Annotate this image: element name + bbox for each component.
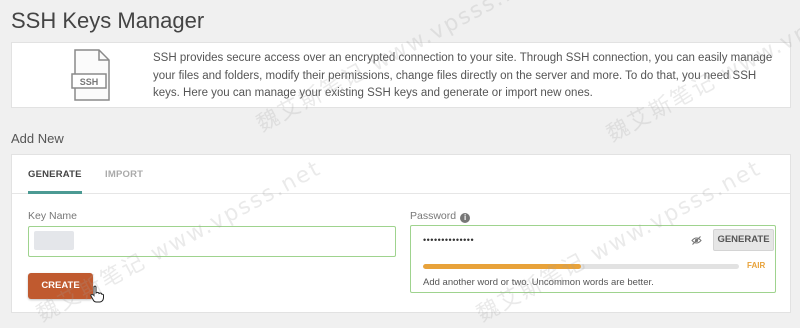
intro-description: SSH provides secure access over an encry…	[153, 52, 773, 99]
password-label: Password	[410, 210, 457, 222]
ssh-file-icon: SSH	[71, 49, 110, 101]
password-strength-hint: Add another word or two. Uncommon words …	[423, 277, 654, 288]
tab-bar: GENERATE IMPORT	[12, 155, 790, 194]
tab-generate[interactable]: GENERATE	[28, 155, 82, 194]
hand-cursor-icon	[90, 285, 104, 303]
password-strength-label: FAIR	[747, 261, 766, 270]
password-strength-bar	[423, 264, 739, 269]
generate-password-button[interactable]: GENERATE	[713, 229, 774, 251]
key-name-label: Key Name	[28, 210, 78, 222]
page-title: SSH Keys Manager	[11, 8, 205, 33]
password-label-row: Password i	[410, 210, 471, 223]
password-strength-fill	[423, 264, 581, 269]
create-button[interactable]: CREATE	[28, 273, 93, 299]
eye-slash-icon[interactable]	[691, 236, 702, 245]
password-input[interactable]: ••••••••••••••	[423, 235, 474, 245]
add-new-heading: Add New	[11, 131, 64, 146]
add-new-card: GENERATE IMPORT Key Name Password i •••••…	[11, 154, 791, 313]
tab-import[interactable]: IMPORT	[105, 155, 143, 193]
key-name-field-wrapper	[28, 226, 396, 257]
ssh-icon-label: SSH	[80, 77, 99, 87]
key-name-input[interactable]	[28, 226, 396, 257]
key-name-redacted-value	[34, 231, 74, 250]
info-icon[interactable]: i	[460, 213, 471, 223]
password-field: •••••••••••••• GENERATE FAIR Add another…	[410, 225, 776, 293]
intro-card: SSH SSH provides secure access over an e…	[11, 42, 791, 108]
